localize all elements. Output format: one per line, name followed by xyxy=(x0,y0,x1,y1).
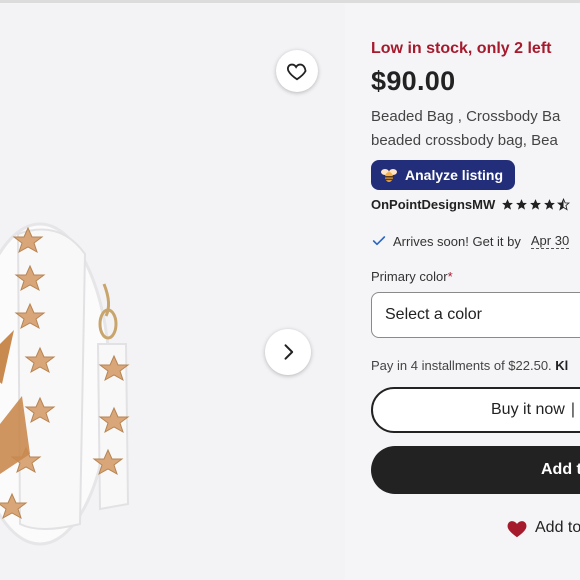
chevron-right-icon xyxy=(284,344,294,360)
add-to-collection-button[interactable]: Add to xyxy=(506,518,580,538)
primary-color-select-value: Select a color xyxy=(385,306,482,323)
heart-outline-icon xyxy=(287,63,307,81)
product-image-gallery[interactable] xyxy=(0,4,345,580)
listing-title-line-2: beaded crossbody bag, Bea xyxy=(371,132,558,149)
star-icon xyxy=(516,199,528,210)
bee-icon xyxy=(381,169,397,182)
primary-color-label: Primary color* xyxy=(371,269,453,284)
checkmark-icon xyxy=(372,236,386,246)
next-image-button[interactable] xyxy=(265,329,311,375)
primary-color-select[interactable]: Select a color xyxy=(371,292,580,338)
buy-it-now-separator: | xyxy=(570,401,575,418)
add-to-cart-button[interactable]: Add t xyxy=(371,446,580,494)
star-icon xyxy=(530,199,542,210)
add-to-cart-label: Add t xyxy=(541,461,580,478)
arrival-estimate: Arrives soon! Get it by Apr 30 xyxy=(371,233,570,249)
price: $90.00 xyxy=(371,66,456,96)
listing-title-line-1: Beaded Bag , Crossbody Ba xyxy=(371,108,561,125)
half-star-icon xyxy=(557,198,571,211)
shop-name[interactable]: OnPointDesignsMW xyxy=(371,197,495,212)
rating-stars xyxy=(501,198,571,211)
analyze-listing-button[interactable]: Analyze listing xyxy=(371,160,516,190)
heart-filled-icon xyxy=(507,521,527,538)
buy-it-now-label: Buy it now xyxy=(491,401,565,418)
star-icon xyxy=(502,199,514,210)
favorite-button[interactable] xyxy=(276,50,318,92)
stock-notice: Low in stock, only 2 left xyxy=(371,40,552,57)
add-to-collection-label: Add to xyxy=(535,519,580,536)
analyze-listing-label: Analyze listing xyxy=(405,167,504,183)
shop-row: OnPointDesignsMW xyxy=(371,197,571,212)
star-icon xyxy=(544,199,556,210)
listing-details: Low in stock, only 2 left $90.00 Beaded … xyxy=(371,0,580,580)
arrival-text: Arrives soon! Get it by xyxy=(393,233,521,249)
required-mark: * xyxy=(447,269,453,284)
installments-info: Pay in 4 installments of $22.50. Kl xyxy=(371,358,568,373)
installments-text: Pay in 4 installments of $22.50. xyxy=(371,358,552,373)
installments-provider[interactable]: Kl xyxy=(555,358,568,373)
arrival-date[interactable]: Apr 30 xyxy=(530,233,570,249)
buy-it-now-button[interactable]: Buy it now | xyxy=(371,387,580,433)
primary-color-label-text: Primary color xyxy=(371,269,448,284)
